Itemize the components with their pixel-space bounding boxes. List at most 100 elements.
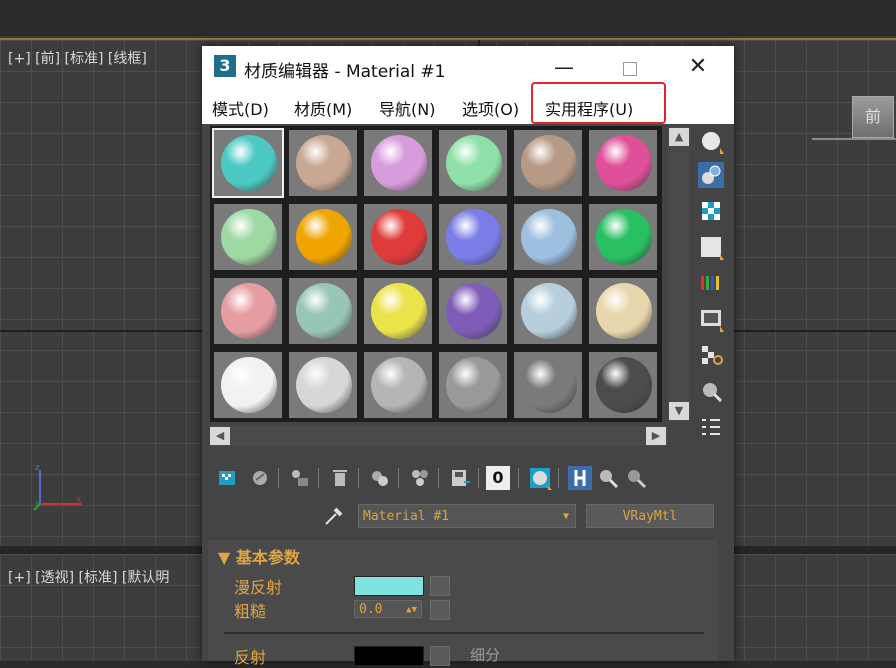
material-sphere	[446, 209, 502, 265]
material-sphere	[446, 283, 502, 339]
material-sphere	[371, 135, 427, 191]
material-slot[interactable]	[437, 350, 509, 420]
viewcube-icon[interactable]: 前	[852, 96, 894, 138]
material-sphere	[596, 357, 652, 413]
material-slot[interactable]	[212, 350, 284, 420]
material-slot[interactable]	[212, 276, 284, 346]
material-slot[interactable]	[362, 202, 434, 272]
material-editor-window: 3 材质编辑器 - Material #1 — ✕ 模式(D) 材质(M) 导航…	[202, 46, 734, 667]
sample-type-icon[interactable]	[698, 128, 724, 154]
material-slot[interactable]	[437, 276, 509, 346]
delete-icon[interactable]	[328, 466, 352, 490]
material-name-field[interactable]: Material #1 ▼	[358, 504, 576, 528]
rollout-title-text: 基本参数	[235, 548, 300, 567]
show-end-result-icon[interactable]	[568, 466, 592, 490]
put-to-scene-icon[interactable]	[248, 466, 272, 490]
basic-parameters-rollout: ▼ 基本参数 漫反射 粗糙 0.0 ▲▼ 反射 细分	[208, 540, 718, 667]
material-id-button[interactable]: 0	[486, 466, 510, 490]
material-navigator-icon[interactable]	[698, 414, 724, 440]
perspective-viewport-label[interactable]: [+] [透视] [标准] [默认明	[8, 567, 169, 587]
roughness-spinner[interactable]: 0.0 ▲▼	[354, 600, 422, 618]
front-viewport-label[interactable]: [+] [前] [标准] [线框]	[8, 48, 147, 68]
material-sphere	[446, 357, 502, 413]
background-icon[interactable]	[698, 198, 724, 224]
material-slot[interactable]	[512, 202, 584, 272]
show-map-icon[interactable]	[528, 466, 552, 490]
maximize-button[interactable]	[610, 52, 650, 82]
material-sphere	[521, 283, 577, 339]
close-button[interactable]: ✕	[678, 52, 718, 82]
menu-material[interactable]: 材质(M)	[294, 96, 352, 120]
slots-horizontal-scrollbar[interactable]: ◀ ▶	[210, 426, 668, 446]
menu-options[interactable]: 选项(O)	[462, 96, 519, 120]
material-slot[interactable]	[587, 128, 659, 198]
material-slot[interactable]	[587, 350, 659, 420]
eyedropper-icon[interactable]	[322, 504, 346, 528]
rollout-separator	[224, 632, 704, 634]
select-by-material-icon[interactable]	[698, 378, 724, 404]
material-slot[interactable]	[287, 128, 359, 198]
slots-vertical-scrollbar[interactable]: ▲ ▼	[668, 126, 690, 422]
material-slot[interactable]	[362, 276, 434, 346]
reflect-label: 反射	[234, 648, 267, 667]
material-type-button[interactable]: VRayMtl	[586, 504, 714, 528]
material-slot[interactable]	[362, 350, 434, 420]
go-forward-sibling-icon[interactable]	[624, 466, 648, 490]
side-toolbar	[694, 128, 730, 448]
material-slot[interactable]	[512, 128, 584, 198]
material-sphere	[221, 209, 277, 265]
material-sphere	[371, 283, 427, 339]
material-sphere	[296, 357, 352, 413]
go-to-parent-icon[interactable]	[596, 466, 620, 490]
material-name-value: Material #1	[363, 509, 450, 524]
scroll-down-icon[interactable]: ▼	[669, 402, 689, 420]
material-sphere	[596, 209, 652, 265]
material-slot[interactable]	[587, 202, 659, 272]
menu-modes[interactable]: 模式(D)	[212, 96, 269, 120]
backlight-icon[interactable]	[698, 162, 724, 188]
material-slot[interactable]	[512, 350, 584, 420]
toolbar-separator	[278, 468, 279, 488]
assign-to-selection-icon[interactable]	[288, 466, 312, 490]
toolbar-separator	[558, 468, 559, 488]
roughness-map-button[interactable]	[430, 600, 450, 620]
rollout-title[interactable]: ▼ 基本参数	[218, 544, 300, 568]
put-to-library-icon[interactable]	[448, 466, 472, 490]
axis-z-label: z	[35, 463, 40, 473]
menu-navigation[interactable]: 导航(N)	[379, 96, 435, 120]
material-slot[interactable]	[437, 202, 509, 272]
get-material-icon[interactable]	[216, 466, 240, 490]
material-slot[interactable]	[287, 350, 359, 420]
material-slot[interactable]	[287, 202, 359, 272]
material-slot[interactable]	[287, 276, 359, 346]
scroll-up-icon[interactable]: ▲	[669, 128, 689, 146]
options-icon[interactable]	[698, 342, 724, 368]
minimize-button[interactable]: —	[544, 52, 584, 82]
video-color-check-icon[interactable]	[698, 270, 724, 296]
diffuse-color-swatch[interactable]	[354, 576, 424, 596]
roughness-label: 粗糙	[234, 602, 267, 621]
material-slot[interactable]	[512, 276, 584, 346]
viewport-object-line	[812, 138, 896, 140]
material-sphere	[521, 135, 577, 191]
material-slot[interactable]	[437, 128, 509, 198]
material-sphere	[221, 357, 277, 413]
reflect-map-button[interactable]	[430, 646, 450, 666]
material-slot[interactable]	[212, 128, 284, 198]
unique-icon[interactable]	[408, 466, 432, 490]
material-sphere	[221, 135, 277, 191]
make-preview-icon[interactable]	[698, 306, 724, 332]
material-sphere	[521, 209, 577, 265]
spinner-arrows-icon[interactable]: ▲▼	[406, 601, 417, 619]
material-slot[interactable]	[212, 202, 284, 272]
reflect-color-swatch[interactable]	[354, 646, 424, 666]
material-slot[interactable]	[587, 276, 659, 346]
make-copy-icon[interactable]	[368, 466, 392, 490]
window-title: 材质编辑器 - Material #1	[244, 62, 446, 82]
material-slot[interactable]	[362, 128, 434, 198]
sample-uv-icon[interactable]	[698, 234, 724, 260]
scroll-right-icon[interactable]: ▶	[646, 427, 666, 445]
diffuse-map-button[interactable]	[430, 576, 450, 596]
scroll-left-icon[interactable]: ◀	[210, 427, 230, 445]
chevron-down-icon[interactable]: ▼	[563, 505, 569, 529]
